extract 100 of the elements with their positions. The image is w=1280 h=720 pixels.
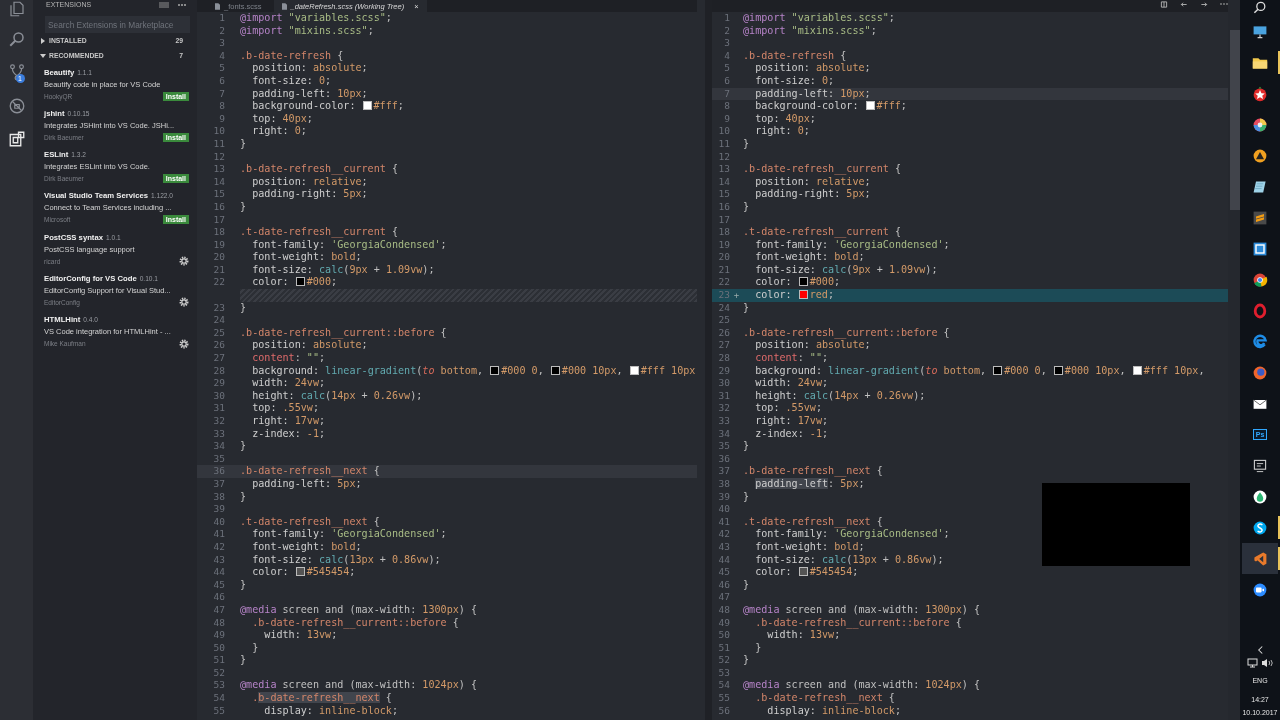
code-text: right: 0; — [252, 125, 307, 137]
line-number: 18 — [213, 226, 225, 238]
line-number: 8 — [724, 100, 730, 112]
code-text: right: 0; — [755, 125, 810, 137]
line-number: 45 — [718, 566, 730, 578]
tricolor-circle-icon — [1252, 271, 1268, 288]
code-text: .b-date-refresh__current::before { — [743, 326, 950, 338]
code-text: color: — [755, 276, 793, 288]
line-number: 3 — [219, 37, 225, 49]
line-number: 23 — [213, 301, 225, 313]
code-text: content: ""; — [252, 352, 326, 364]
files-icon[interactable] — [7, 0, 26, 18]
code-text: .b-date-refresh__next { — [755, 692, 895, 704]
line-number: 52 — [718, 654, 730, 666]
line-number: 50 — [718, 629, 730, 641]
gear-icon[interactable] — [179, 297, 189, 308]
line-number: 46 — [213, 591, 225, 603]
line-number: 40 — [718, 503, 730, 515]
code-text: display: inline-block; — [264, 704, 399, 716]
gear-icon[interactable] — [179, 256, 189, 267]
code-text: .b-date-refresh__next { — [240, 465, 380, 477]
code-text: width: 13vw; — [264, 629, 338, 641]
forward-arrow-icon[interactable] — [1200, 0, 1208, 8]
bubble-icon — [1252, 519, 1268, 536]
line-number: 6 — [219, 74, 225, 86]
drop-icon — [1252, 488, 1268, 505]
line-number: 41 — [213, 528, 225, 540]
back-arrow-icon[interactable] — [1180, 0, 1188, 8]
notepad-icon — [1252, 178, 1268, 195]
code-text: .b-date-refresh__current { — [743, 163, 901, 175]
line-number: 31 — [718, 389, 730, 401]
code-text: content: ""; — [755, 352, 829, 364]
code-text: @media screen and (max-width: 1300px) { — [743, 603, 981, 615]
extensions-icon[interactable] — [7, 130, 26, 149]
code-text: width: 24vw; — [755, 377, 829, 389]
volume-icon[interactable] — [1261, 658, 1273, 668]
caret-icon[interactable] — [40, 52, 46, 59]
line-number: 47 — [718, 591, 730, 603]
code-text: padding-left: 10px; — [755, 87, 871, 99]
color-wheel-icon — [1252, 116, 1268, 133]
line-number: 15 — [718, 188, 730, 200]
line-number: 37 — [718, 465, 730, 477]
search-icon[interactable] — [7, 29, 26, 48]
line-number: 5 — [724, 62, 730, 74]
code-text: font-size: calc(9px + 1.09vw); — [252, 263, 435, 275]
network-icon[interactable] — [1247, 658, 1259, 668]
line-number: 28 — [718, 352, 730, 364]
line-number: 38 — [718, 477, 730, 489]
code-text: .b-date-refresh__current::before { — [240, 326, 447, 338]
line-number: 38 — [213, 490, 225, 502]
code-text: #000 0, — [501, 364, 545, 376]
line-number: 49 — [213, 629, 225, 641]
debug-icon[interactable] — [7, 96, 26, 115]
code-text: font-size: calc(13px + 0.86vw); — [252, 553, 441, 565]
code-text: .t-date-refresh__current { — [743, 226, 901, 238]
code-text: } — [240, 490, 247, 502]
code-text: } — [240, 654, 247, 666]
code-text: #fff; — [876, 100, 907, 112]
split-editor-icon[interactable] — [1160, 0, 1168, 8]
code-text: right: 17vw; — [252, 415, 326, 426]
line-number: 1 — [219, 12, 225, 23]
line-number: 23 — [718, 289, 730, 301]
line-number: 36 — [718, 452, 730, 464]
chevron-icon[interactable] — [1256, 645, 1264, 655]
code-text: position: relative; — [755, 175, 871, 187]
code-text: } — [240, 440, 247, 452]
code-text: background: linear-gradient(to bottom, — [755, 364, 988, 376]
line-number: 30 — [718, 377, 730, 389]
ribbon-icon — [1252, 550, 1268, 567]
line-number: 12 — [213, 150, 225, 162]
code-text: z-index: -1; — [755, 427, 829, 439]
code-text: font-weight: bold; — [755, 540, 865, 552]
line-number: 44 — [213, 566, 225, 578]
code-text: position: absolute; — [755, 339, 871, 351]
line-number: 17 — [213, 213, 225, 225]
more-icon[interactable] — [177, 2, 187, 7]
stripes-icon — [1252, 209, 1268, 226]
line-number: 11 — [213, 137, 225, 149]
line-number: 32 — [213, 415, 225, 426]
diff-sign: + — [733, 290, 740, 301]
code-text: background-color: — [755, 100, 860, 112]
code-text: } — [743, 200, 750, 212]
line-number: 21 — [718, 263, 730, 275]
code-text: .b-date-refresh__next { — [743, 465, 883, 477]
code-text: top: 40px; — [252, 112, 313, 124]
line-number: 45 — [213, 578, 225, 590]
code-text: display: inline-block; — [767, 704, 902, 716]
line-number: 40 — [213, 515, 225, 527]
line-number: 25 — [213, 326, 225, 338]
line-number: 29 — [213, 377, 225, 389]
caret-icon[interactable] — [40, 37, 46, 44]
more-icon[interactable] — [1220, 2, 1228, 6]
line-number: 36 — [213, 465, 225, 477]
line-number: 39 — [718, 490, 730, 502]
code-text: } — [743, 137, 750, 149]
gear-icon[interactable] — [179, 338, 189, 349]
code-text: } — [743, 578, 750, 590]
line-number: 8 — [219, 100, 225, 112]
line-number: 43 — [213, 553, 225, 565]
line-number: 6 — [724, 74, 730, 86]
